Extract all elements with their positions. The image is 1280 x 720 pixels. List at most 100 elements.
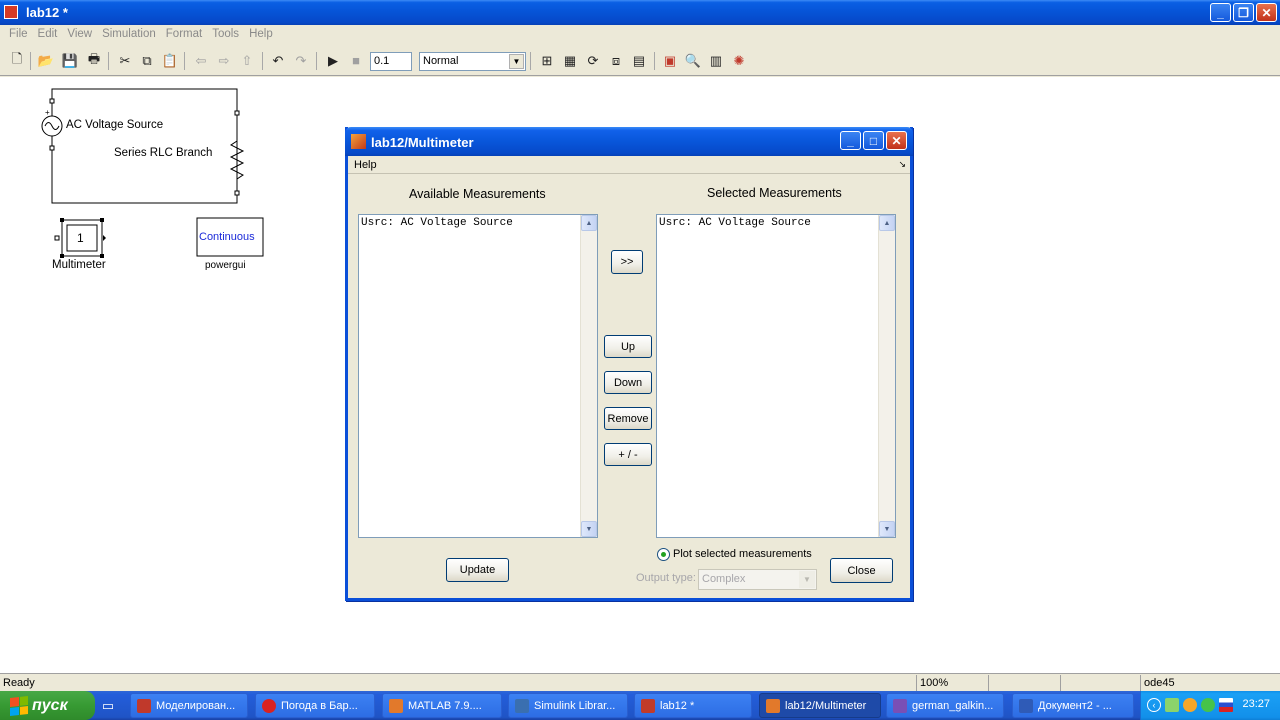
- toolbar-separator: [108, 52, 109, 70]
- paste-icon[interactable]: 📋: [161, 52, 179, 69]
- taskbar-item[interactable]: german_galkin...: [886, 693, 1004, 718]
- start-label: пуск: [32, 696, 68, 714]
- rlc-branch-label: Series RLC Branch: [114, 147, 213, 159]
- back-arrow-icon[interactable]: ⇦: [192, 52, 210, 69]
- chevron-down-icon[interactable]: ▼: [509, 54, 524, 69]
- menu-simulation[interactable]: Simulation: [97, 25, 161, 45]
- stop-time-input[interactable]: 0.1: [370, 52, 412, 71]
- selection-handle[interactable]: [100, 218, 104, 222]
- selection-handle[interactable]: [60, 254, 64, 258]
- toolbar-separator: [30, 52, 31, 70]
- dialog-menu-help[interactable]: Help: [354, 159, 377, 171]
- circuit-wire: [51, 88, 238, 204]
- tray-app-icon[interactable]: [1183, 698, 1197, 712]
- new-model-icon[interactable]: 🗋: [8, 51, 26, 69]
- available-measurements-list[interactable]: Usrc: AC Voltage Source ▲ ▼: [358, 214, 598, 538]
- port-marker: [49, 145, 55, 151]
- copy-icon[interactable]: ⧉: [138, 52, 156, 69]
- remove-button[interactable]: Remove: [604, 407, 652, 430]
- list-item[interactable]: Usrc: AC Voltage Source: [361, 217, 513, 229]
- dialog-maximize-button[interactable]: □: [863, 131, 884, 150]
- tray-expand-icon[interactable]: ‹: [1147, 698, 1161, 712]
- stop-icon[interactable]: ■: [347, 52, 365, 69]
- selected-measurements-list[interactable]: Usrc: AC Voltage Source ▲ ▼: [656, 214, 896, 538]
- selection-handle[interactable]: [100, 254, 104, 258]
- word-document-icon: [1019, 698, 1033, 713]
- redo-icon[interactable]: ↷: [292, 52, 310, 69]
- model-explorer-window-icon[interactable]: ▥: [707, 52, 725, 69]
- show-desktop-icon[interactable]: ▭: [99, 697, 117, 714]
- start-button[interactable]: пуск: [0, 691, 95, 720]
- restore-button[interactable]: ❐: [1233, 3, 1254, 22]
- refresh-icon[interactable]: ⟳: [584, 52, 602, 69]
- taskbar-item[interactable]: Simulink Librar...: [508, 693, 628, 718]
- list-item[interactable]: Usrc: AC Voltage Source: [659, 217, 811, 229]
- taskbar-item[interactable]: Документ2 - ...: [1012, 693, 1134, 718]
- taskbar-item-label: lab12 *: [660, 699, 695, 712]
- model-explorer-icon[interactable]: ⧈: [607, 52, 625, 69]
- menu-help[interactable]: Help: [244, 25, 278, 45]
- opera-icon: [262, 698, 276, 713]
- status-cell-empty: [1060, 675, 1140, 691]
- matlab-icon: [766, 698, 780, 713]
- scroll-up-icon[interactable]: ▲: [879, 215, 895, 231]
- dock-arrow-icon[interactable]: ↘: [898, 159, 906, 170]
- minimize-button[interactable]: _: [1210, 3, 1231, 22]
- scroll-up-icon[interactable]: ▲: [581, 215, 597, 231]
- taskbar-item-active[interactable]: lab12/Multimeter: [759, 693, 881, 718]
- taskbar-item[interactable]: lab12 *: [634, 693, 752, 718]
- find-icon[interactable]: 🔍: [684, 52, 702, 69]
- cut-icon[interactable]: ✂: [116, 52, 134, 69]
- update-diagram-icon[interactable]: ▦: [561, 52, 579, 69]
- debugger-icon[interactable]: ✺: [730, 52, 748, 69]
- undo-icon[interactable]: ↶: [269, 52, 287, 69]
- language-flag-icon[interactable]: [1219, 698, 1233, 712]
- toolbar-separator: [262, 52, 263, 70]
- up-arrow-icon[interactable]: ⇧: [238, 52, 256, 69]
- down-button[interactable]: Down: [604, 371, 652, 394]
- port-marker: [234, 190, 240, 196]
- add-measurement-button[interactable]: >>: [611, 250, 643, 274]
- system-tray: ‹ 23:27: [1140, 691, 1280, 720]
- signal-strength-icon[interactable]: [1165, 698, 1179, 712]
- up-button[interactable]: Up: [604, 335, 652, 358]
- dialog-menubar: Help ↘: [348, 156, 910, 174]
- build-icon[interactable]: ⊞: [538, 52, 556, 69]
- dialog-minimize-button[interactable]: _: [840, 131, 861, 150]
- vertical-scrollbar[interactable]: ▲ ▼: [878, 215, 895, 537]
- plot-measurements-checkbox[interactable]: [657, 548, 670, 561]
- taskbar-item[interactable]: Погода в Бар...: [255, 693, 375, 718]
- chevron-down-icon[interactable]: ▼: [799, 571, 815, 588]
- forward-arrow-icon[interactable]: ⇨: [215, 52, 233, 69]
- status-cell-empty: [988, 675, 1060, 691]
- simulation-mode-select[interactable]: Normal ▼: [419, 52, 526, 71]
- sign-toggle-button[interactable]: + / -: [604, 443, 652, 466]
- menu-edit[interactable]: Edit: [33, 25, 63, 45]
- menu-view[interactable]: View: [62, 25, 97, 45]
- available-measurements-header: Available Measurements: [409, 187, 546, 201]
- scroll-down-icon[interactable]: ▼: [879, 521, 895, 537]
- dialog-titlebar[interactable]: lab12/Multimeter _ □ ✕: [345, 127, 913, 156]
- close-dialog-button[interactable]: Close: [830, 558, 893, 583]
- print-icon[interactable]: 🖶: [85, 51, 103, 69]
- open-folder-icon[interactable]: 📂: [37, 52, 55, 69]
- update-button[interactable]: Update: [446, 558, 509, 582]
- vertical-scrollbar[interactable]: ▲ ▼: [580, 215, 597, 537]
- window-titlebar[interactable]: lab12 * _ ❐ ✕: [0, 0, 1280, 25]
- menu-format[interactable]: Format: [161, 25, 207, 45]
- library-browser-icon[interactable]: ▣: [661, 52, 679, 69]
- save-icon[interactable]: 💾: [61, 52, 79, 69]
- taskbar-item[interactable]: Моделирован...: [130, 693, 248, 718]
- menu-file[interactable]: File: [4, 25, 33, 45]
- close-button[interactable]: ✕: [1256, 3, 1277, 22]
- menu-tools[interactable]: Tools: [207, 25, 244, 45]
- scroll-down-icon[interactable]: ▼: [581, 521, 597, 537]
- selection-handle[interactable]: [60, 218, 64, 222]
- play-icon[interactable]: ▶: [324, 52, 342, 69]
- debug-icon[interactable]: ▤: [630, 52, 648, 69]
- dialog-close-button[interactable]: ✕: [886, 131, 907, 150]
- clock: 23:27: [1242, 698, 1270, 710]
- taskbar-item[interactable]: MATLAB 7.9....: [382, 693, 502, 718]
- tray-app-icon[interactable]: [1201, 698, 1215, 712]
- output-type-select[interactable]: Complex ▼: [698, 569, 817, 590]
